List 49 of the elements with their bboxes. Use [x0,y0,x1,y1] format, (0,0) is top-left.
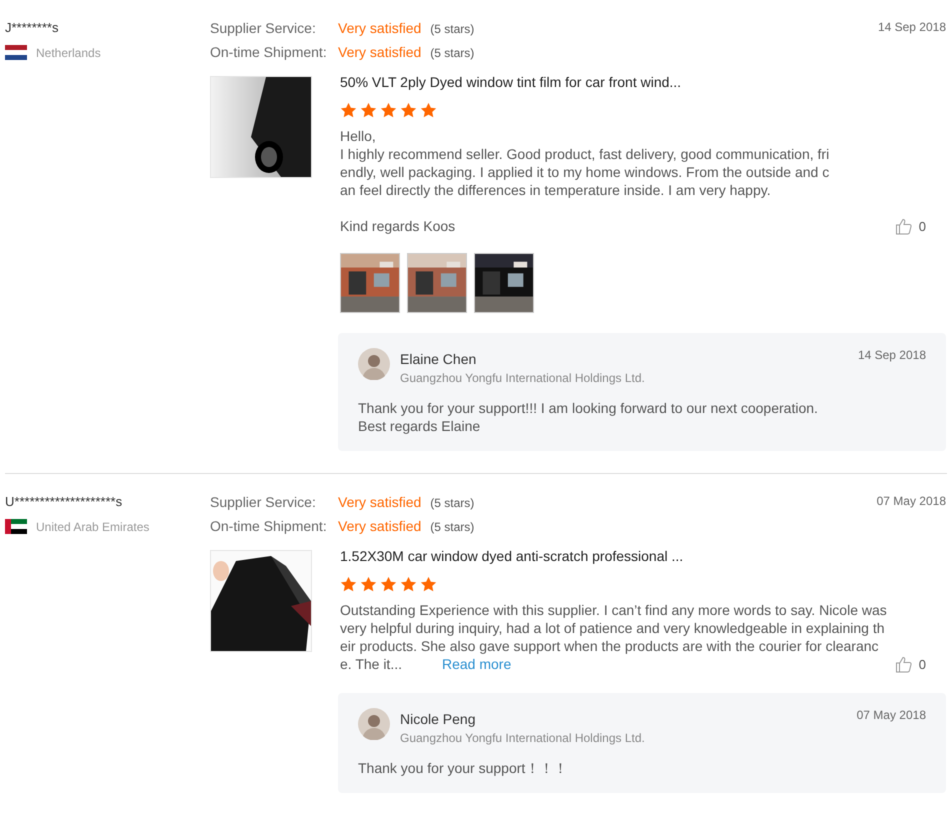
star-icon [400,102,417,119]
like-button[interactable]: 0 [894,217,946,235]
star-icon [400,576,417,593]
star-icon [380,102,397,119]
review-text: Outstanding Experience with this supplier. I can’t find any more words to say. Nicole was very helpful during inquiry, had a lot of patience and very knowledgeable in explaining th eir products. She also gave support when the products are with the courier for clearanc e. The it... Read more [340,601,887,673]
star-icon [340,102,357,119]
replier-name: Nicole Peng [400,711,476,727]
reply-text: Thank you for your support!!! I am looking forward to our next cooperation. Best regards Elaine [358,399,819,435]
replier-name: Elaine Chen [400,351,478,367]
buyer-name: U********************s [5,494,124,509]
star-icon [420,102,437,119]
buyer-name: J********s [5,20,60,35]
rating-label: Supplier Service: [210,494,317,510]
company-name: Guangzhou Yongfu International Holdings Ltd. [400,371,645,385]
rating-label: On-time Shipment: [210,518,328,534]
star-icon [380,576,397,593]
rating-note: (5 stars) [430,46,474,60]
rating-note: (5 stars) [430,22,474,36]
flag-icon [5,519,27,534]
reply-date: 14 Sep 2018 [858,348,926,362]
thumbs-up-icon [894,217,913,235]
flag-icon [5,45,27,60]
like-button[interactable]: 0 [894,655,946,673]
rating-note: (5 stars) [430,520,474,534]
rating-label: On-time Shipment: [210,44,328,60]
review-date: 14 Sep 2018 [878,20,946,36]
star-icon [360,576,377,593]
rating-value: Very satisfied [338,518,422,534]
review-date: 07 May 2018 [876,494,946,510]
star-icon [360,102,377,119]
reply-text: Thank you for your support！！！ [358,759,568,777]
star-icon [420,576,437,593]
company-name: Guangzhou Yongfu International Holdings Ltd. [400,731,645,745]
country-name: Netherlands [36,46,101,60]
thumbs-up-icon [894,655,913,673]
rating-label: Supplier Service: [210,20,317,36]
country-name: United Arab Emirates [36,520,150,534]
read-more-link[interactable]: Read more [442,656,512,672]
rating-value: Very satisfied [338,44,422,60]
product-title[interactable]: 50% VLT 2ply Dyed window tint film for car front wind... [340,74,946,90]
reply-date: 07 May 2018 [856,708,926,722]
avatar-icon [358,708,390,740]
rating-value: Very satisfied [338,20,422,36]
rating-value: Very satisfied [338,494,422,510]
product-title[interactable]: 1.52X30M car window dyed anti-scratch professional ... [340,548,946,564]
star-icon [340,576,357,593]
rating-note: (5 stars) [430,496,474,510]
review-text: Hello, I highly recommend seller. Good product, fast delivery, good communication, fri endly, well packaging. I applied it to my home windows. From the outside and c an feel directly the differences in temperature inside. I am very happy. Kind regards Koos [340,127,830,235]
avatar-icon [358,348,390,380]
